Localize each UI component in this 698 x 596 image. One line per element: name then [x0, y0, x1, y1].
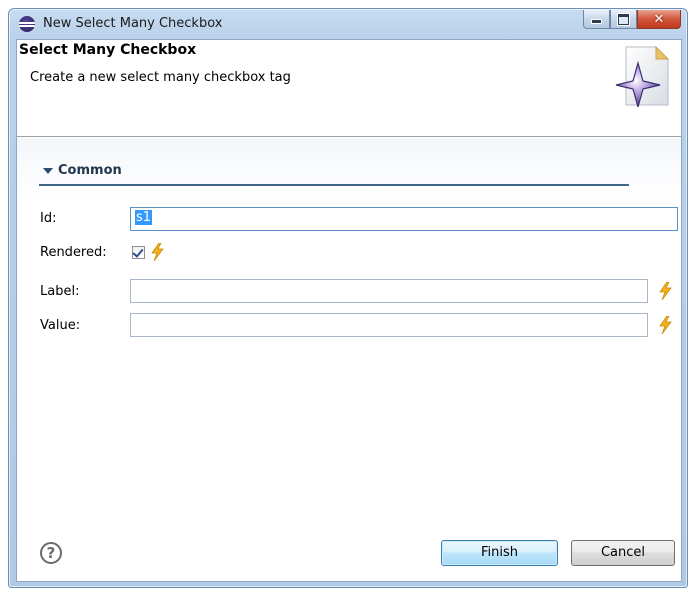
expand-triangle-icon[interactable]: [43, 168, 53, 174]
value-label: Value:: [40, 318, 81, 333]
rendered-checkbox[interactable]: [132, 246, 145, 259]
help-icon[interactable]: ?: [40, 542, 62, 564]
form-area: Common Id: s1 Rendered: Label: Value:: [17, 138, 681, 498]
finish-button[interactable]: Finish: [441, 540, 558, 566]
label-field[interactable]: [130, 279, 648, 303]
maximize-icon: [618, 13, 629, 25]
value-field[interactable]: [130, 313, 648, 337]
dynamic-value-bolt-icon[interactable]: [150, 243, 164, 261]
rendered-label: Rendered:: [40, 245, 107, 260]
id-label: Id:: [40, 211, 57, 226]
minimize-icon: [591, 19, 602, 24]
window-title: New Select Many Checkbox: [43, 16, 223, 31]
dialog-window: New Select Many Checkbox ✕ Select Many C…: [8, 8, 688, 588]
cancel-button[interactable]: Cancel: [571, 540, 675, 566]
section-title: Common: [58, 163, 122, 178]
eclipse-icon: [19, 16, 35, 32]
section-common-header[interactable]: Common: [39, 160, 629, 186]
id-field-value: s1: [135, 210, 153, 225]
checkmark-icon: [132, 246, 144, 258]
dialog-client-area: Select Many Checkbox Create a new select…: [16, 39, 682, 582]
window-controls: ✕: [583, 10, 681, 30]
maximize-button[interactable]: [610, 10, 637, 29]
label-label: Label:: [40, 284, 80, 299]
minimize-button[interactable]: [583, 10, 610, 29]
wizard-banner: Select Many Checkbox Create a new select…: [17, 40, 681, 136]
button-bar: ? Finish Cancel: [17, 498, 681, 581]
close-button[interactable]: ✕: [637, 10, 681, 29]
banner-title: Select Many Checkbox: [19, 42, 197, 58]
banner-description: Create a new select many checkbox tag: [30, 70, 291, 85]
title-bar[interactable]: New Select Many Checkbox ✕: [9, 9, 687, 39]
label-bolt-icon[interactable]: [658, 282, 672, 300]
id-field[interactable]: s1: [130, 207, 678, 231]
close-icon: ✕: [653, 11, 665, 27]
wizard-star-icon: [615, 45, 670, 107]
value-bolt-icon[interactable]: [658, 316, 672, 334]
